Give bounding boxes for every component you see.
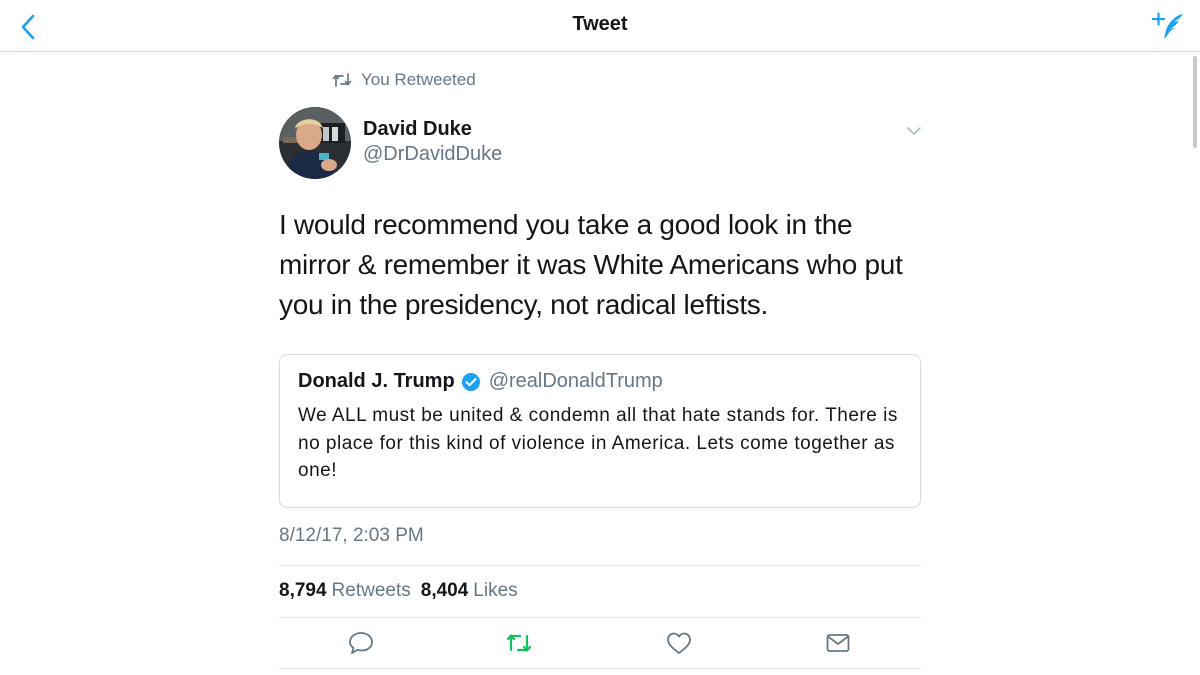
compose-tweet-icon	[1151, 12, 1183, 39]
quoted-tweet-text: We ALL must be united & condemn all that…	[298, 405, 898, 481]
retweets-label: Retweets	[331, 580, 411, 601]
compose-tweet-button[interactable]	[1151, 10, 1186, 42]
retweet-context: You Retweeted	[332, 68, 476, 92]
tweet-stats: 8,794 Retweets 8,404 Likes	[279, 580, 518, 602]
quoted-tweet-header: Donald J. Trump @realDonaldTrump	[298, 370, 663, 393]
retweets-count[interactable]: 8,794 Retweets	[279, 580, 411, 602]
chevron-down-icon	[907, 127, 921, 135]
reply-button[interactable]	[347, 630, 375, 656]
quoted-author-name: Donald J. Trump	[298, 370, 455, 392]
like-button[interactable]	[665, 630, 693, 656]
more-options-button[interactable]	[904, 124, 924, 138]
verified-badge-icon	[461, 372, 480, 391]
avatar[interactable]	[279, 107, 351, 179]
quoted-author-handle: @realDonaldTrump	[488, 370, 663, 392]
divider	[279, 617, 921, 618]
envelope-icon	[826, 634, 850, 652]
author-name[interactable]: David Duke	[363, 118, 472, 141]
retweets-number: 8,794	[279, 580, 327, 601]
direct-message-button[interactable]	[824, 630, 852, 656]
likes-number: 8,404	[420, 580, 469, 601]
quoted-tweet[interactable]: Donald J. Trump @realDonaldTrump We ALL …	[279, 354, 921, 508]
likes-count[interactable]: 8,404 Likes	[421, 580, 518, 602]
page-title: Tweet	[572, 13, 628, 35]
author-handle[interactable]: @DrDavidDuke	[363, 143, 502, 166]
likes-label: Likes	[473, 580, 518, 601]
retweet-button[interactable]	[505, 630, 533, 656]
heart-icon	[667, 632, 691, 654]
avatar-photo	[279, 107, 351, 179]
divider	[279, 565, 921, 566]
retweet-icon	[506, 634, 532, 652]
tweet-text: I would recommend you take a good look i…	[279, 209, 903, 320]
divider	[279, 668, 921, 669]
reply-icon	[349, 632, 373, 654]
navigation-bar: Tweet	[0, 0, 1200, 52]
retweet-icon	[332, 73, 352, 87]
tweet-timestamp: 8/12/17, 2:03 PM	[279, 525, 424, 546]
retweet-context-label: You Retweeted	[361, 70, 476, 89]
scrollbar[interactable]	[1193, 56, 1197, 148]
